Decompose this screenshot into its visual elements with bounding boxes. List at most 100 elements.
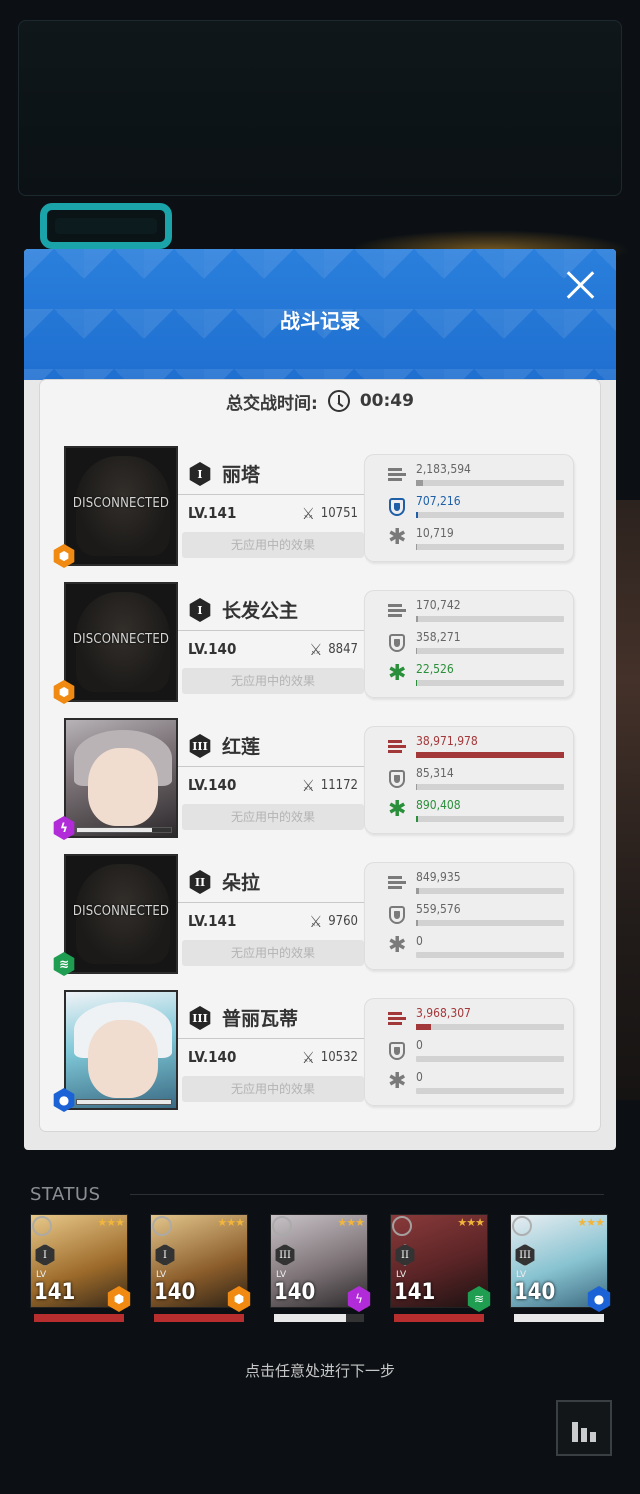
heal-stat: ✱ 22,526 <box>386 662 564 692</box>
heal-bar <box>416 1088 564 1094</box>
character-portrait <box>64 990 178 1110</box>
damage-icon <box>388 876 406 890</box>
character-level: LV.141 <box>188 504 237 522</box>
character-stats: 38,971,978 85,314 ✱ 890,408 <box>364 726 574 834</box>
character-info: I 丽塔 LV.141 ⚔ 10751 无应用中的效果 <box>178 454 364 560</box>
role-icon <box>392 1216 412 1236</box>
team-member-level: 141 <box>34 1280 76 1305</box>
character-info: II 朵拉 LV.141 ⚔ 9760 无应用中的效果 <box>178 862 364 968</box>
damage-icon <box>388 604 406 618</box>
stars-icon: ★★★ <box>337 1216 365 1229</box>
character-stats: 170,742 358,271 ✱ 22,526 <box>364 590 574 698</box>
continue-hint[interactable]: 点击任意处进行下一步 <box>0 1360 640 1381</box>
shield-stat: 559,576 <box>386 902 564 932</box>
disconnected-label: DISCONNECTED <box>72 632 170 647</box>
modal-title: 战斗记录 <box>280 309 360 333</box>
role-icon <box>32 1216 52 1236</box>
heal-bar <box>416 816 564 822</box>
combat-power: ⚔ 9760 <box>309 912 358 931</box>
damage-bar <box>416 752 564 758</box>
burst-badge: III <box>189 734 211 758</box>
battle-time-value: 00:49 <box>359 391 414 411</box>
damage-stat: 38,971,978 <box>386 734 564 764</box>
effect-status: 无应用中的效果 <box>182 1076 364 1102</box>
character-level: LV.141 <box>188 912 237 930</box>
heal-bar <box>416 680 564 686</box>
close-button[interactable] <box>564 269 596 301</box>
character-name: 丽塔 <box>222 464 261 486</box>
character-row[interactable]: ϟ III 红莲 LV.140 ⚔ 11172 无应用中的效果 38,971,9… <box>53 718 574 840</box>
team-member-card[interactable]: ★★★ I LV 140 ⬢ <box>150 1214 251 1322</box>
combat-power-value: 9760 <box>328 914 358 929</box>
damage-bar <box>416 888 564 894</box>
crossed-swords-icon: ⚔ <box>301 776 315 795</box>
team-member-card[interactable]: ★★★ I LV 141 ⬢ <box>30 1214 131 1322</box>
stats-button[interactable] <box>556 1400 612 1456</box>
heal-stat: ✱ 0 <box>386 934 564 964</box>
heal-icon: ✱ <box>388 933 407 958</box>
battle-time: 总交战时间: 00:49 <box>40 388 600 414</box>
character-info: III 普丽瓦蒂 LV.140 ⚔ 10532 无应用中的效果 <box>178 998 364 1104</box>
heal-value: 890,408 <box>416 798 461 812</box>
shield-value: 559,576 <box>416 902 461 916</box>
stars-icon: ★★★ <box>217 1216 245 1229</box>
bar-chart-icon-bar <box>590 1432 596 1442</box>
effect-status: 无应用中的效果 <box>182 668 364 694</box>
status-label: STATUS <box>30 1184 101 1205</box>
info-divider <box>178 630 364 631</box>
character-stats: 2,183,594 707,216 ✱ 10,719 <box>364 454 574 562</box>
stars-icon: ★★★ <box>457 1216 485 1229</box>
damage-stat: 170,742 <box>386 598 564 628</box>
effect-status: 无应用中的效果 <box>182 940 364 966</box>
heal-stat: ✱ 10,719 <box>386 526 564 556</box>
crossed-swords-icon: ⚔ <box>301 504 315 523</box>
heal-value: 10,719 <box>416 526 454 540</box>
character-portrait <box>64 718 178 838</box>
shield-value: 85,314 <box>416 766 454 780</box>
crossed-swords-icon: ⚔ <box>301 1048 315 1067</box>
character-row[interactable]: ● III 普丽瓦蒂 LV.140 ⚔ 10532 无应用中的效果 3,968,… <box>53 990 574 1112</box>
heal-value: 0 <box>416 934 423 948</box>
heal-value: 0 <box>416 1070 423 1084</box>
status-divider <box>130 1194 604 1195</box>
team-member-hp-bar <box>514 1314 604 1322</box>
damage-bar <box>416 616 564 622</box>
combat-power-value: 11172 <box>320 778 358 793</box>
character-name: 朵拉 <box>222 872 261 894</box>
heal-value: 22,526 <box>416 662 454 676</box>
character-row[interactable]: DISCONNECTED ⬢ I 丽塔 LV.141 ⚔ 10751 无应用中的… <box>53 446 574 568</box>
heal-bar <box>416 544 564 550</box>
battle-record-modal: 战斗记录 总交战时间: 00:49 DISCONNECTED ⬢ I 丽塔 LV… <box>24 249 616 1150</box>
team-member-card[interactable]: ★★★ III LV 140 ϟ <box>270 1214 371 1322</box>
role-icon <box>272 1216 292 1236</box>
disconnected-label: DISCONNECTED <box>72 496 170 511</box>
team-member-card[interactable]: ★★★ III LV 140 ● <box>510 1214 611 1322</box>
combat-power: ⚔ 10751 <box>302 504 358 523</box>
effect-status: 无应用中的效果 <box>182 532 364 558</box>
team-member-hp-bar <box>394 1314 484 1322</box>
damage-bar <box>416 480 564 486</box>
character-row[interactable]: DISCONNECTED ≋ II 朵拉 LV.141 ⚔ 9760 无应用中的… <box>53 854 574 976</box>
damage-value: 849,935 <box>416 870 461 884</box>
character-row[interactable]: DISCONNECTED ⬢ I 长发公主 LV.140 ⚔ 8847 无应用中… <box>53 582 574 704</box>
team-member-hp-bar <box>274 1314 364 1322</box>
team-member-hp-bar <box>34 1314 124 1322</box>
team-member-level: 140 <box>154 1280 196 1305</box>
shield-bar <box>416 784 564 790</box>
shield-value: 0 <box>416 1038 423 1052</box>
info-divider <box>178 1038 364 1039</box>
info-divider <box>178 902 364 903</box>
heal-icon: ✱ <box>388 661 407 686</box>
shield-bar <box>416 512 564 518</box>
heal-icon: ✱ <box>388 797 407 822</box>
shield-bar <box>416 648 564 654</box>
team-member-level: 140 <box>274 1280 316 1305</box>
bar-chart-icon <box>572 1422 578 1442</box>
crossed-swords-icon: ⚔ <box>309 912 323 931</box>
burst-badge: II <box>189 870 211 894</box>
shield-icon <box>389 498 405 516</box>
portrait-face <box>88 748 158 826</box>
team-member-card[interactable]: ★★★ II LV 141 ≋ <box>390 1214 491 1322</box>
damage-icon <box>388 740 406 754</box>
character-name: 长发公主 <box>222 600 299 622</box>
